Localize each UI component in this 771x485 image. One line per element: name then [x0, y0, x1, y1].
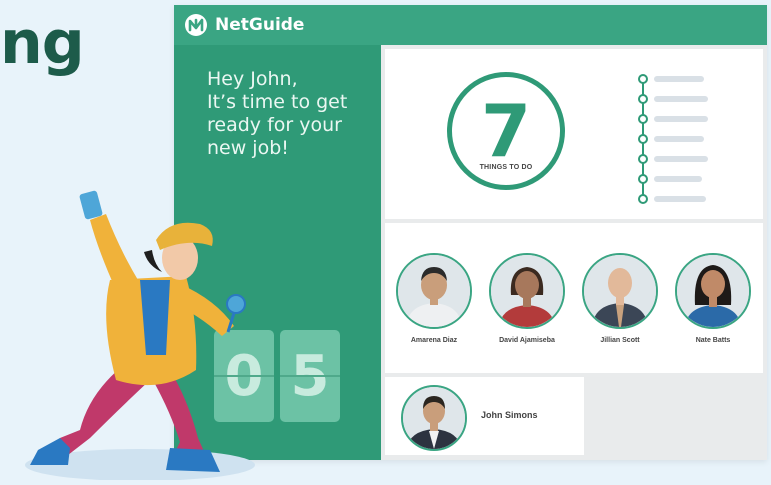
- manager-card[interactable]: John Simons: [385, 377, 584, 455]
- checklist-placeholder: [654, 116, 708, 122]
- explorer-character-illustration: [25, 190, 255, 480]
- todo-count: 7: [480, 88, 532, 173]
- greeting-line: It’s time to get: [207, 91, 348, 113]
- avatar: [401, 385, 467, 451]
- checklist-item[interactable]: [638, 74, 704, 84]
- top-bar: NetGuide: [174, 5, 767, 45]
- person-photo-icon: [677, 255, 749, 327]
- team-card: Amarena Diaz David Ajamiseba Jillian Sco…: [385, 223, 763, 373]
- checklist-placeholder: [654, 76, 704, 82]
- team-member[interactable]: David Ajamiseba: [487, 253, 567, 344]
- check-bullet-icon: [638, 154, 648, 164]
- checklist-placeholder: [654, 176, 702, 182]
- checklist-item[interactable]: [638, 94, 708, 104]
- checklist-item[interactable]: [638, 154, 708, 164]
- greeting-line: Hey John,: [207, 68, 298, 90]
- brand-name[interactable]: NetGuide: [215, 15, 304, 35]
- todo-label: THINGS TO DO: [479, 163, 533, 171]
- team-member-name: Amarena Diaz: [410, 337, 458, 344]
- checklist-item[interactable]: [638, 134, 704, 144]
- team-member-name: Jillian Scott: [600, 337, 640, 344]
- person-photo-icon: [584, 255, 656, 327]
- checklist-item[interactable]: [638, 114, 708, 124]
- team-member-name: Nate Batts: [695, 337, 731, 344]
- netguide-logo-icon[interactable]: [184, 13, 208, 37]
- todo-checklist: [638, 74, 708, 204]
- checklist-placeholder: [654, 156, 708, 162]
- team-member[interactable]: Amarena Diaz: [394, 253, 474, 344]
- todo-count-ring: 7 THINGS TO DO: [447, 72, 565, 190]
- avatar: [675, 253, 751, 329]
- team-member-name: David Ajamiseba: [499, 337, 555, 344]
- check-bullet-icon: [638, 134, 648, 144]
- person-photo-icon: [491, 255, 563, 327]
- team-member[interactable]: Nate Batts: [673, 253, 753, 344]
- check-bullet-icon: [638, 174, 648, 184]
- person-photo-icon: [398, 255, 470, 327]
- team-member[interactable]: Jillian Scott: [580, 253, 660, 344]
- checklist-item[interactable]: [638, 174, 702, 184]
- check-bullet-icon: [638, 194, 648, 204]
- checklist-placeholder: [654, 96, 708, 102]
- manager-name: John Simons: [481, 410, 538, 420]
- person-photo-icon: [403, 387, 465, 449]
- avatar: [489, 253, 565, 329]
- check-bullet-icon: [638, 74, 648, 84]
- checklist-item[interactable]: [638, 194, 706, 204]
- greeting-line: new job!: [207, 137, 289, 159]
- checklist-placeholder: [654, 136, 704, 142]
- todo-card[interactable]: 7 THINGS TO DO: [385, 49, 763, 219]
- check-bullet-icon: [638, 114, 648, 124]
- check-bullet-icon: [638, 94, 648, 104]
- greeting-line: ready for your: [207, 114, 342, 136]
- checklist-placeholder: [654, 196, 706, 202]
- greeting-message: Hey John, It’s time to get ready for you…: [207, 68, 377, 160]
- avatar: [582, 253, 658, 329]
- page-headline-fragment: ng: [0, 8, 85, 78]
- avatar: [396, 253, 472, 329]
